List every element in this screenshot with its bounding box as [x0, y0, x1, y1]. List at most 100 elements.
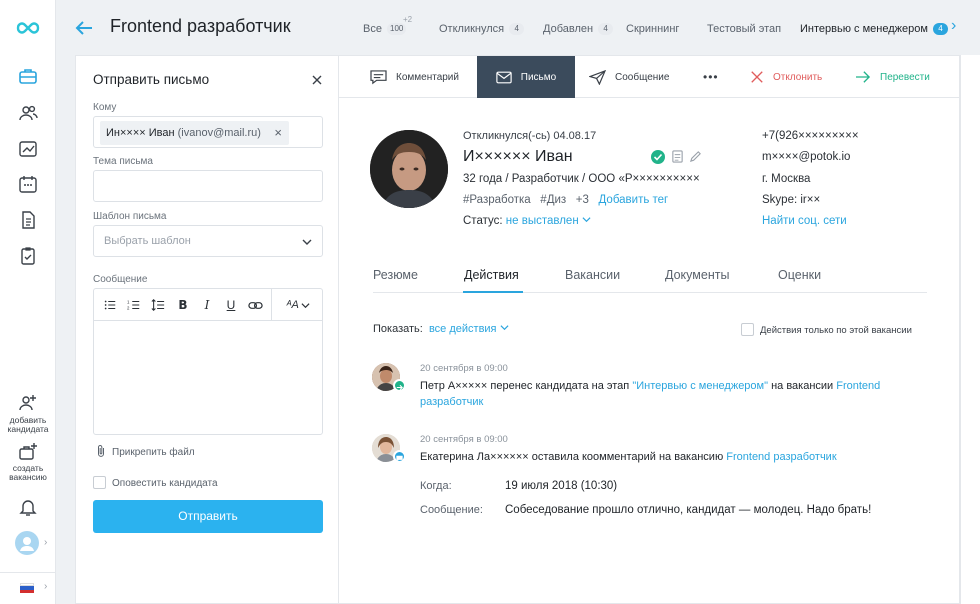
candidate-main-panel: Комментарий Письмо Сообщение ••• Отклони… [339, 55, 960, 604]
tab-resume[interactable]: Резюме [373, 268, 418, 282]
numbered-list-icon[interactable]: 12 [126, 297, 142, 313]
paperclip-icon [98, 445, 104, 457]
bullet-list-icon[interactable] [102, 297, 118, 313]
only-this-vacancy-checkbox[interactable] [741, 323, 754, 336]
bell-icon[interactable] [17, 496, 39, 518]
comment-action[interactable]: Комментарий [370, 56, 459, 98]
event-actor[interactable]: Екатерина Ла×××××× [420, 451, 529, 463]
stage-tab-screening[interactable]: Скриннинг [626, 23, 679, 35]
back-arrow-icon[interactable] [72, 16, 96, 40]
tag-development[interactable]: #Разработка [463, 194, 531, 206]
message-editor[interactable]: 12 B I U ᴬA [93, 288, 323, 435]
calendar-icon[interactable] [17, 173, 39, 195]
chevron-down-icon [302, 239, 312, 245]
event-date: 20 сентября в 09:00 [420, 363, 508, 374]
page-title: Frontend разработчик [110, 16, 291, 36]
message-label: Сообщение: [420, 504, 483, 516]
profile-tabs: Резюме Действия Вакансии Документы Оценк… [373, 261, 927, 293]
nav-divider [0, 572, 56, 573]
language-chevron-icon[interactable]: › [44, 581, 47, 592]
when-value: 19 июля 2018 (10:30) [505, 480, 618, 492]
template-select[interactable]: Выбрать шаблон [93, 225, 323, 257]
briefcase-icon[interactable] [17, 65, 39, 87]
document-icon[interactable] [17, 209, 39, 231]
svg-text:2: 2 [127, 305, 130, 310]
only-this-vacancy-option[interactable]: Действия только по этой вакансии [741, 323, 912, 336]
event-actor[interactable]: Петр А××××× [420, 380, 487, 392]
tab-documents[interactable]: Документы [665, 268, 729, 282]
transfer-action[interactable]: Перевести [855, 56, 930, 98]
bold-icon[interactable]: B [175, 297, 191, 313]
users-icon[interactable] [17, 102, 39, 124]
page-header: Frontend разработчик +2 Все 100 Откликну… [56, 0, 980, 56]
russian-flag-icon[interactable] [20, 583, 34, 593]
candidate-skype[interactable]: Skype: ir×× [762, 194, 820, 206]
create-vacancy-label[interactable]: создать вакансию [0, 464, 56, 482]
recipient-email: (ivanov@mail.ru) [177, 127, 261, 139]
underline-icon[interactable]: U [223, 297, 239, 313]
italic-icon[interactable]: I [199, 297, 215, 313]
stage-tab-added[interactable]: Добавлен 4 [543, 23, 614, 35]
candidate-photo [370, 130, 448, 208]
edit-pencil-icon[interactable] [689, 150, 703, 164]
send-button[interactable]: Отправить [93, 500, 323, 533]
tab-ratings[interactable]: Оценки [778, 268, 821, 282]
toolbar-separator [271, 289, 272, 321]
editor-toolbar: 12 B I U ᴬA [94, 289, 322, 321]
stage-tab-all[interactable]: Все 100 [363, 23, 407, 35]
letter-action[interactable]: Письмо [477, 56, 575, 98]
add-candidate-icon[interactable] [17, 392, 39, 414]
close-icon[interactable] [310, 73, 324, 87]
find-social-link[interactable]: Найти соц. сети [762, 215, 847, 227]
event-vacancy-link[interactable]: Frontend разработчик [726, 451, 836, 463]
line-height-icon[interactable] [150, 297, 166, 313]
tab-actions[interactable]: Действия [464, 268, 519, 282]
attach-file-label: Прикрепить файл [112, 447, 195, 458]
remove-recipient-icon[interactable]: × [274, 121, 282, 145]
filter-dropdown[interactable]: все действия [429, 323, 509, 335]
message-action[interactable]: Сообщение [589, 56, 669, 98]
to-field[interactable]: Ин×××× Иван (ivanov@mail.ru) × [93, 116, 323, 148]
status-dropdown[interactable]: не выставлен [506, 215, 591, 227]
candidate-city: г. Москва [762, 173, 811, 185]
checklist-icon[interactable] [17, 245, 39, 267]
create-vacancy-icon[interactable] [17, 441, 39, 463]
add-candidate-label[interactable]: добавить кандидата [0, 416, 56, 434]
stage-tab-interview[interactable]: Интервью с менеджером 4 [800, 23, 948, 35]
tag-more[interactable]: +3 [576, 194, 589, 206]
tag-design[interactable]: #Диз [540, 194, 566, 206]
event-vacancy-link-cont[interactable]: разработчик [420, 396, 483, 408]
logo-icon[interactable] [14, 17, 42, 39]
tab-vacancies[interactable]: Вакансии [565, 268, 620, 282]
add-tag-link[interactable]: Добавить тег [599, 194, 669, 206]
link-icon[interactable] [247, 297, 263, 313]
stage-tab-responded[interactable]: Откликнулся 4 [439, 23, 525, 35]
event-stage-link[interactable]: "Интервью с менеджером" [632, 380, 768, 392]
resume-icon[interactable] [671, 150, 685, 164]
message-value: Собеседование прошло отлично, кандидат —… [505, 504, 872, 516]
attach-file-link[interactable]: Прикрепить файл [96, 443, 195, 458]
template-label: Шаблон письма [93, 211, 167, 222]
candidate-phone[interactable]: +7(926××××××××× [762, 130, 859, 142]
active-tab-underline [463, 291, 523, 293]
candidate-email[interactable]: m××××@potok.io [762, 151, 850, 163]
event-text: Петр А××××× перенес кандидата на этап "И… [420, 380, 881, 408]
notify-candidate-option[interactable]: Оповестить кандидата [93, 476, 218, 489]
status-label: Статус: [463, 215, 503, 227]
left-nav: добавить кандидата создать вакансию › › [0, 0, 56, 604]
action-bar: Комментарий Письмо Сообщение ••• Отклони… [339, 56, 960, 98]
font-size-icon[interactable]: ᴬA [283, 297, 313, 313]
subject-input[interactable] [93, 170, 323, 202]
event-vacancy-link[interactable]: Frontend [836, 380, 880, 392]
stages-next-icon[interactable]: › [951, 17, 956, 35]
more-actions-icon[interactable]: ••• [703, 56, 719, 98]
reject-action[interactable]: Отклонить [750, 56, 822, 98]
analytics-icon[interactable] [17, 138, 39, 160]
candidate-details: 32 года / Разработчик / ООО «Р×××××××××× [463, 173, 700, 185]
user-avatar[interactable] [15, 531, 39, 555]
event-date: 20 сентября в 09:00 [420, 434, 508, 445]
notify-checkbox[interactable] [93, 476, 106, 489]
chevron-right-icon[interactable]: › [44, 537, 47, 548]
stage-tab-test[interactable]: Тестовый этап [707, 23, 781, 35]
svg-text:1: 1 [127, 299, 130, 304]
